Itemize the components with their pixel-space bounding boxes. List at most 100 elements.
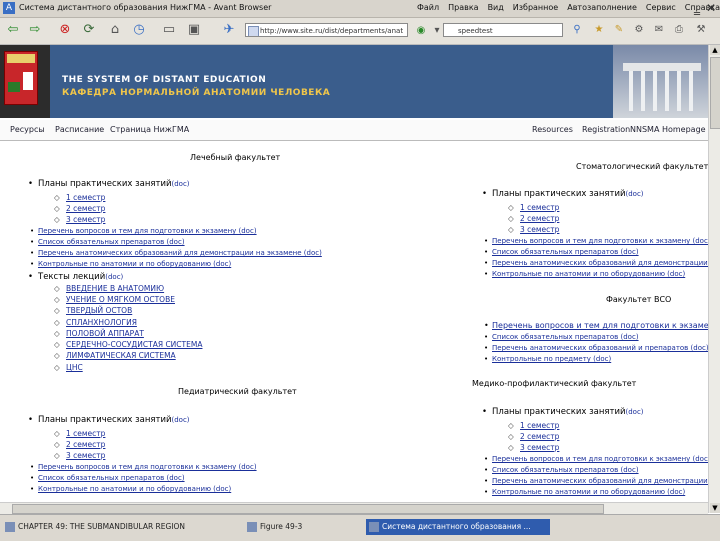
menu-bar: Файл Правка Вид Избранное Автозаполнение…	[417, 3, 720, 12]
doc-link[interactable]: Перечень анатомических образований для д…	[30, 249, 322, 257]
semester-link[interactable]: 2 семестр	[508, 214, 560, 223]
browser-toolbar: ⇦ ⇨ ⊗ ⟳ ⌂ ◷ ▭ ▣ ✈ http://www.site.ru/dis…	[0, 18, 720, 45]
plans-item: Планы практических занятий(doc)	[28, 415, 190, 425]
address-bar[interactable]: http://www.site.ru/dist/departments/anat	[245, 23, 408, 37]
print-icon[interactable]: ⎙	[670, 21, 688, 39]
taskbar-item[interactable]: Figure 49-3	[244, 519, 354, 535]
doc-link[interactable]: Перечень вопросов и тем для подготовки к…	[484, 237, 708, 245]
search-input[interactable]: speedtest	[443, 23, 563, 37]
options-icon[interactable]: ⚙	[630, 21, 648, 39]
lecture-link[interactable]: УЧЕНИЕ О МЯГКОМ ОСТОВЕ	[54, 295, 175, 304]
section-heading-vso: Факультет ВСО	[606, 295, 672, 304]
page-icon	[248, 26, 259, 36]
tools-icon[interactable]: ⚒	[692, 21, 710, 39]
forward-icon[interactable]: ⇨	[26, 21, 44, 39]
mail-icon[interactable]: ✉	[650, 21, 668, 39]
lecture-link[interactable]: СПЛАНХНОЛОГИЯ	[54, 318, 137, 327]
doc-link[interactable]: Контрольные по анатомии и по оборудовани…	[30, 485, 231, 493]
title-bar: A Система дистантного образования НижГМА…	[0, 0, 720, 18]
menu-favorites[interactable]: Избранное	[513, 3, 558, 12]
go-icon[interactable]: ✈	[220, 21, 238, 39]
section-heading-ped: Педиатрический факультет	[178, 387, 297, 396]
back-icon[interactable]: ⇦	[4, 21, 22, 39]
lecture-link[interactable]: ЛИМФАТИЧЕСКАЯ СИСТЕМА	[54, 351, 176, 360]
doc-link[interactable]: Список обязательных препаратов (doc)	[484, 333, 639, 341]
nav-nnsma-homepage[interactable]: NNSMA Homepage	[630, 125, 706, 134]
lecture-link[interactable]: ЦНС	[54, 363, 82, 372]
banner-subtitle: КАФЕДРА НОРМАЛЬНОЙ АНАТОМИИ ЧЕЛОВЕКА	[62, 88, 331, 98]
stop-icon[interactable]: ⊗	[56, 21, 74, 39]
history-icon[interactable]: ◷	[130, 21, 148, 39]
lecture-link[interactable]: СЕРДЕЧНО-СОСУДИСТАЯ СИСТЕМА	[54, 340, 203, 349]
doc-link[interactable]: Список обязательных препаратов (doc)	[484, 248, 639, 256]
window-title: Система дистантного образования НижГМА -…	[19, 3, 272, 12]
minimize-icon[interactable]: ‗	[694, 1, 700, 15]
taskbar-item[interactable]: CHAPTER 49: THE SUBMANDIBULAR REGION	[2, 519, 192, 535]
nav-resources-ru[interactable]: Ресурсы	[10, 125, 45, 134]
close-icon[interactable]: ✕	[706, 1, 716, 15]
nav-registration[interactable]: Registration	[582, 125, 630, 134]
nav-schedule[interactable]: Расписание	[55, 125, 104, 134]
menu-view[interactable]: Вид	[488, 3, 504, 12]
banner-title: THE SYSTEM OF DISTANT EDUCATION	[62, 75, 267, 85]
menu-autofill[interactable]: Автозаполнение	[567, 3, 637, 12]
doc-link[interactable]: Контрольные по анатомии и по оборудовани…	[30, 260, 231, 268]
lecture-link[interactable]: ПОЛОВОЙ АППАРАТ	[54, 329, 144, 338]
plans-item: Планы практических занятий(doc)	[482, 407, 644, 417]
plans-item: Планы практических занятий(doc)	[28, 179, 190, 189]
doc-link[interactable]: Перечень вопросов и тем для подготовки к…	[484, 321, 708, 330]
taskbar-item-active[interactable]: Система дистантного образования ...	[366, 519, 550, 535]
doc-link[interactable]: Контрольные по анатомии и по оборудовани…	[484, 270, 685, 278]
semester-link[interactable]: 3 семестр	[508, 443, 560, 452]
semester-link[interactable]: 1 семестр	[54, 193, 106, 202]
doc-link[interactable]: Перечень анатомических образований для д…	[484, 259, 708, 267]
nav-nnsma-page[interactable]: Страница НижГМА	[110, 125, 189, 134]
vertical-scrollbar[interactable]: ▲ ▼	[708, 45, 720, 513]
menu-edit[interactable]: Правка	[448, 3, 478, 12]
section-heading-lech: Лечебный факультет	[190, 153, 281, 162]
doc-link[interactable]: Перечень анатомических образований и пре…	[484, 344, 708, 352]
menu-tools[interactable]: Сервис	[646, 3, 676, 12]
lecture-link[interactable]: ВВЕДЕНИЕ В АНАТОМИЮ	[54, 284, 164, 293]
doc-link[interactable]: Перечень анатомических образований для д…	[484, 477, 708, 485]
doc-link[interactable]: Перечень вопросов и тем для подготовки к…	[30, 227, 257, 235]
semester-link[interactable]: 1 семестр	[508, 203, 560, 212]
lecture-link[interactable]: ТВЕРДЫЙ ОСТОВ	[54, 306, 132, 315]
lectures-item: Тексты лекций(doc)	[28, 272, 123, 282]
window-icon[interactable]: ▭	[160, 21, 178, 39]
semester-link[interactable]: 1 семестр	[54, 429, 106, 438]
doc-link[interactable]: Перечень вопросов и тем для подготовки к…	[30, 463, 257, 471]
semester-link[interactable]: 1 семестр	[508, 421, 560, 430]
nav-resources-en[interactable]: Resources	[532, 125, 573, 134]
semester-link[interactable]: 2 семестр	[54, 440, 106, 449]
horizontal-scrollbar[interactable]	[0, 502, 708, 514]
building-image	[613, 45, 708, 118]
doc-link[interactable]: Контрольные по анатомии и по оборудовани…	[484, 488, 685, 496]
semester-link[interactable]: 3 семестр	[54, 451, 106, 460]
main-content: Лечебный факультет Планы практических за…	[0, 141, 708, 513]
semester-link[interactable]: 3 семестр	[508, 225, 560, 234]
home-icon[interactable]: ⌂	[106, 21, 124, 39]
highlight-icon[interactable]: ✎	[610, 21, 628, 39]
doc-link[interactable]: Контрольные по предмету (doc)	[484, 355, 611, 363]
scroll-up-icon[interactable]: ▲	[710, 45, 720, 55]
refresh-icon[interactable]: ⟳	[80, 21, 98, 39]
search-icon[interactable]: ⚲	[568, 21, 586, 39]
section-heading-stom: Стоматологический факультет	[576, 162, 708, 171]
browser-icon	[369, 522, 379, 532]
site-navigation: Ресурсы Расписание Страница НижГМА Resou…	[0, 120, 708, 141]
menu-file[interactable]: Файл	[417, 3, 439, 12]
doc-link[interactable]: Перечень вопросов и тем для подготовки к…	[484, 455, 708, 463]
scroll-down-icon[interactable]: ▼	[710, 503, 720, 513]
tab-icon[interactable]: ▣	[185, 21, 203, 39]
doc-link[interactable]: Список обязательных препаратов (doc)	[30, 474, 185, 482]
star-icon[interactable]: ★	[590, 21, 608, 39]
semester-link[interactable]: 2 семестр	[508, 432, 560, 441]
doc-link[interactable]: Список обязательных препаратов (doc)	[30, 238, 185, 246]
semester-link[interactable]: 3 семестр	[54, 215, 106, 224]
semester-link[interactable]: 2 семестр	[54, 204, 106, 213]
doc-link[interactable]: Список обязательных препаратов (doc)	[484, 466, 639, 474]
scroll-thumb[interactable]	[710, 57, 720, 129]
document-icon	[247, 522, 257, 532]
hscroll-thumb[interactable]	[12, 504, 604, 514]
